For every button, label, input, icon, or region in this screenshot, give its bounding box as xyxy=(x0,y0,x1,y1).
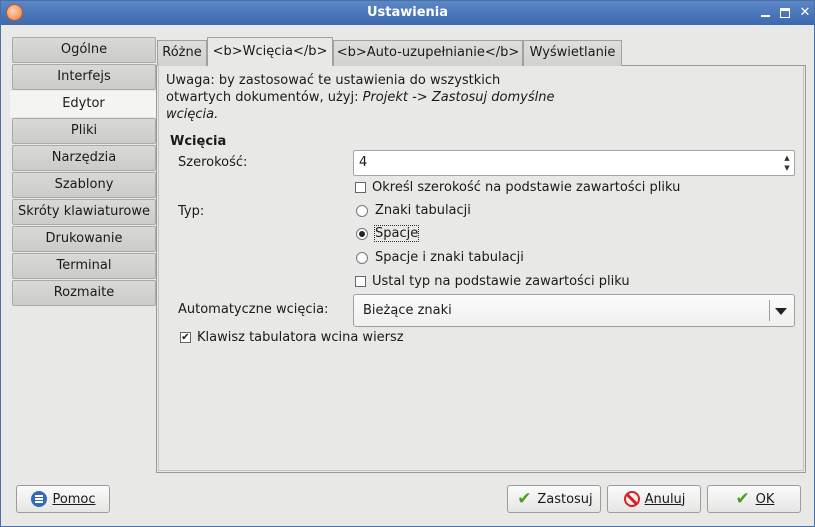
apply-note: Uwaga: by zastosować te ustawienia do ws… xyxy=(166,72,586,123)
category-misc[interactable]: Rozmaite xyxy=(12,280,156,306)
radio-spaces-and-tabs[interactable]: Spacje i znaki tabulacji xyxy=(356,250,524,265)
spin-arrows-icon[interactable]: ▲ ▼ xyxy=(783,153,791,173)
category-general[interactable]: Ogólne xyxy=(12,37,156,63)
radio-spaces-label: Spacje xyxy=(373,225,420,242)
type-label: Typ: xyxy=(178,204,205,219)
help-label: Pomoc xyxy=(52,491,96,507)
cancel-button[interactable]: Anuluj xyxy=(607,485,701,513)
auto-indent-combo[interactable]: Bieżące znaki xyxy=(353,294,795,327)
help-icon-wrap xyxy=(30,490,48,508)
title-bar[interactable]: Ustawienia ✕ xyxy=(1,1,814,25)
note-line-2: otwartych dokumentów, użyj: Projekt -> Z… xyxy=(166,89,586,106)
ok-button[interactable]: ✔ OK xyxy=(707,485,801,513)
category-interface[interactable]: Interfejs xyxy=(12,64,156,90)
note-line-1: Uwaga: by zastosować te ustawienia do ws… xyxy=(166,73,501,88)
cancel-label: Anuluj xyxy=(644,491,686,507)
settings-window: Ustawienia ✕ Ogólne Interfejs Edytor Pli… xyxy=(0,0,815,527)
radio-spaces[interactable]: Spacje xyxy=(356,225,420,242)
tab-indentation[interactable]: <b>Wcięcia</b> xyxy=(207,37,333,66)
help-icon xyxy=(31,491,48,507)
panel-inner xyxy=(158,66,804,471)
combo-separator xyxy=(769,300,770,321)
minimize-button[interactable] xyxy=(756,4,774,22)
radio-spaces-and-tabs-label: Spacje i znaki tabulacji xyxy=(375,250,524,265)
cancel-icon xyxy=(623,491,640,507)
category-files[interactable]: Pliki xyxy=(12,118,156,144)
checkbox-box xyxy=(355,276,366,287)
detect-type-label: Ustal typ na podstawie zawartości pliku xyxy=(372,274,630,289)
section-title: Wcięcia xyxy=(170,134,227,149)
ok-label: OK xyxy=(755,491,775,507)
cancel-icon-wrap xyxy=(623,490,641,508)
radio-indicator xyxy=(356,204,368,217)
settings-panel xyxy=(156,65,806,473)
apply-label: Zastosuj xyxy=(537,491,593,507)
category-tools[interactable]: Narzędzia xyxy=(12,145,156,171)
width-spinbox[interactable]: 4 ▲ ▼ xyxy=(353,150,795,176)
category-printing[interactable]: Drukowanie xyxy=(12,226,156,252)
width-label: Szerokość: xyxy=(178,155,248,170)
detect-width-checkbox[interactable]: Określ szerokość na podstawie zawartości… xyxy=(355,180,680,195)
tab-indents-label: Klawisz tabulatora wcina wiersz xyxy=(197,330,404,345)
check-icon: ✔ xyxy=(517,489,532,509)
auto-indent-label: Automatyczne wcięcia: xyxy=(178,302,329,317)
tab-misc[interactable]: Różne xyxy=(157,40,207,66)
help-button[interactable]: Pomoc xyxy=(16,485,110,513)
width-value: 4 xyxy=(359,155,368,170)
radio-indicator-selected xyxy=(356,227,368,240)
tab-display[interactable]: Wyświetlanie xyxy=(523,40,622,66)
detect-type-checkbox[interactable]: Ustal typ na podstawie zawartości pliku xyxy=(355,274,630,289)
window-title: Ustawienia xyxy=(366,5,449,20)
category-templates[interactable]: Szablony xyxy=(12,172,156,198)
tab-indents-checkbox[interactable]: ✔ Klawisz tabulatora wcina wiersz xyxy=(180,330,404,345)
checkbox-box xyxy=(355,182,366,193)
close-button[interactable]: ✕ xyxy=(796,4,814,22)
tab-autocompletion[interactable]: <b>Auto-uzupełnianie</b> xyxy=(333,40,523,66)
radio-tabs-label: Znaki tabulacji xyxy=(375,203,471,218)
chevron-down-icon[interactable] xyxy=(775,308,787,315)
category-editor[interactable]: Edytor xyxy=(10,91,157,117)
radio-indicator xyxy=(356,251,368,264)
minimize-icon xyxy=(760,14,770,17)
category-keybindings[interactable]: Skróty klawiaturowe xyxy=(12,199,156,225)
category-list: Ogólne Interfejs Edytor Pliki Narzędzia … xyxy=(10,37,157,307)
auto-indent-value: Bieżące znaki xyxy=(363,303,452,318)
detect-width-label: Określ szerokość na podstawie zawartości… xyxy=(372,180,681,195)
check-icon: ✔ xyxy=(735,489,750,509)
note-line-3: wcięcia. xyxy=(166,107,219,122)
apply-button[interactable]: ✔ Zastosuj xyxy=(507,485,601,513)
note-line-2-italic: Projekt -> Zastosuj domyślne xyxy=(362,90,555,105)
radio-tabs[interactable]: Znaki tabulacji xyxy=(356,203,471,218)
maximize-button[interactable] xyxy=(776,4,794,22)
maximize-icon xyxy=(780,8,790,18)
close-icon: ✕ xyxy=(799,5,811,20)
checkbox-box-checked: ✔ xyxy=(180,331,191,343)
note-line-2-text: otwartych dokumentów, użyj: xyxy=(166,90,363,105)
category-terminal[interactable]: Terminal xyxy=(12,253,156,279)
